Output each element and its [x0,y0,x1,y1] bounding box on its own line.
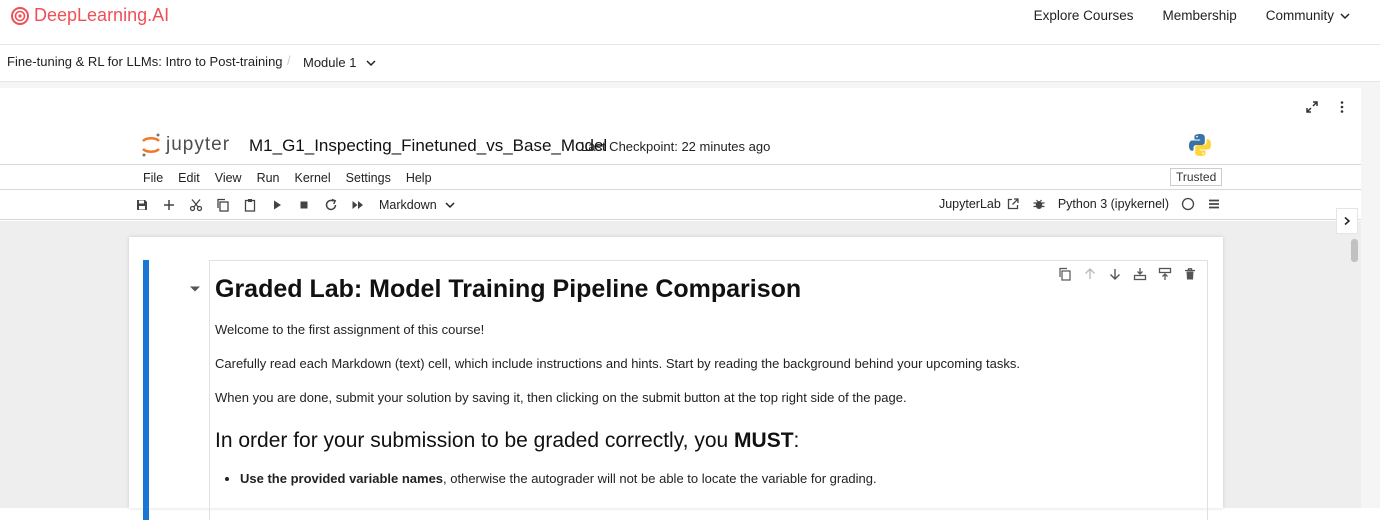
nav-membership[interactable]: Membership [1162,8,1236,23]
jupyter-logo-icon [142,133,160,157]
intro-paragraph: Welcome to the first assignment of this … [215,322,485,337]
jupyterlab-link[interactable]: JupyterLab [939,197,1020,211]
collapse-caret-icon[interactable] [189,285,201,293]
chevron-down-icon [445,202,455,209]
lab-frame: jupyter M1_G1_Inspecting_Finetuned_vs_Ba… [0,88,1361,520]
module-selector[interactable]: Module 1 [303,55,377,70]
restart-icon[interactable] [324,198,338,212]
markdown-cell[interactable]: Graded Lab: Model Training Pipeline Comp… [209,260,1208,520]
jupyter-logo-text: jupyter [166,134,231,155]
grading-heading-prefix: In order for your submission to be grade… [215,429,735,452]
menu-run[interactable]: Run [257,171,280,185]
notebook-page: Graded Lab: Model Training Pipeline Comp… [129,237,1223,520]
active-cell-indicator[interactable] [143,260,149,520]
menu-settings[interactable]: Settings [346,171,391,185]
run-icon[interactable] [270,198,284,212]
chevron-down-icon [1340,12,1350,19]
more-vertical-icon[interactable] [1335,100,1349,114]
notebook-name[interactable]: M1_G1_Inspecting_Finetuned_vs_Base_Model [249,136,607,156]
debugger-bug-icon[interactable] [1032,197,1046,211]
jupyter-logo[interactable]: jupyter [140,132,230,158]
site-header: DeepLearning.AI Explore Courses Membersh… [0,0,1380,45]
last-checkpoint: Last Checkpoint: 22 minutes ago [581,139,771,154]
menu-edit[interactable]: Edit [178,171,200,185]
add-cell-icon[interactable] [162,198,176,212]
cell-type-value: Markdown [379,198,437,212]
scrollbar-thumb[interactable] [1351,239,1358,262]
nav-community-label: Community [1265,8,1334,23]
bullet-bold-text: Use the provided variable names [240,471,444,486]
breadcrumb-separator: / [287,53,291,68]
menu-kernel[interactable]: Kernel [295,171,331,185]
breadcrumb: Fine-tuning & RL for LLMs: Intro to Post… [0,45,1380,82]
chevron-right-icon [1344,216,1351,226]
nav-community[interactable]: Community [1266,8,1350,23]
requirements-list: Use the provided variable names, otherwi… [240,471,1175,486]
grading-heading-suffix: : [793,429,800,452]
brand-logo[interactable]: DeepLearning.AI [10,5,169,26]
trusted-badge[interactable]: Trusted [1170,168,1223,186]
menu-bar: File Edit View Run Kernel Settings Help … [0,164,1361,190]
delete-cell-icon[interactable] [1183,267,1197,281]
top-nav: Explore Courses Membership Community [1034,8,1350,23]
menu-file[interactable]: File [143,171,163,185]
module-label: Module 1 [303,55,357,70]
nav-explore-courses[interactable]: Explore Courses [1034,8,1134,23]
list-item: Use the provided variable names, otherwi… [240,471,1175,486]
kernel-status-area: JupyterLab Python 3 (ipykernel) [939,197,1221,211]
menu-help[interactable]: Help [406,171,432,185]
scrollbar[interactable] [1349,233,1359,508]
submit-paragraph: When you are done, submit your solution … [215,390,907,405]
chevron-down-icon [366,59,377,66]
jupyter-header: jupyter M1_G1_Inspecting_Finetuned_vs_Ba… [0,88,1361,221]
stop-icon[interactable] [297,198,311,212]
instructions-paragraph: Carefully read each Markdown (text) cell… [215,356,1020,371]
kernel-name[interactable]: Python 3 (ipykernel) [1058,197,1169,211]
external-link-icon [1007,198,1019,210]
grading-heading-must: MUST [734,429,794,452]
menu-view[interactable]: View [215,171,242,185]
copy-icon[interactable] [216,198,230,212]
brand-name: DeepLearning.AI [34,5,170,25]
bullet-rest-text: , otherwise the autograder will not be a… [443,471,877,486]
markdown-content: Graded Lab: Model Training Pipeline Comp… [215,275,1175,486]
notebook-toolbar: Markdown JupyterLab Python 3 (ipykernel) [0,190,1361,220]
cell-title: Graded Lab: Model Training Pipeline Comp… [215,275,802,303]
menu-list: File Edit View Run Kernel Settings Help [143,171,432,185]
fast-forward-icon[interactable] [351,198,365,212]
breadcrumb-course[interactable]: Fine-tuning & RL for LLMs: Intro to Post… [7,54,283,69]
grading-heading: In order for your submission to be grade… [215,429,1175,453]
right-panel-toggle[interactable] [1336,208,1358,234]
frame-controls [1305,100,1349,114]
expand-icon[interactable] [1305,100,1319,114]
cell-type-select[interactable]: Markdown [379,198,455,212]
cut-icon[interactable] [189,198,203,212]
jupyterlab-link-label: JupyterLab [938,197,1001,211]
paste-icon[interactable] [243,198,257,212]
kernel-idle-circle-icon [1181,197,1195,211]
toolbar-buttons [135,198,365,212]
python-logo-icon [1189,134,1211,156]
deeplearning-logo-icon [11,6,29,25]
menu-lines-icon[interactable] [1207,197,1221,211]
save-icon[interactable] [135,198,149,212]
